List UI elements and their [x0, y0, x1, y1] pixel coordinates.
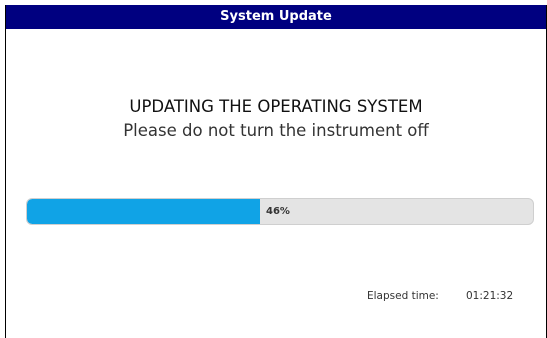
- update-warning: Please do not turn the instrument off: [123, 121, 429, 140]
- system-update-dialog: System Update UPDATING THE OPERATING SYS…: [5, 5, 547, 338]
- elapsed-time-label: Elapsed time:: [367, 290, 439, 302]
- progress-percent-label: 46%: [266, 206, 290, 217]
- update-heading: UPDATING THE OPERATING SYSTEM: [129, 97, 423, 116]
- update-progress-bar: 46%: [26, 198, 534, 225]
- dialog-title: System Update: [6, 5, 546, 29]
- elapsed-time-value: 01:21:32: [466, 290, 514, 302]
- progress-fill: [27, 199, 260, 224]
